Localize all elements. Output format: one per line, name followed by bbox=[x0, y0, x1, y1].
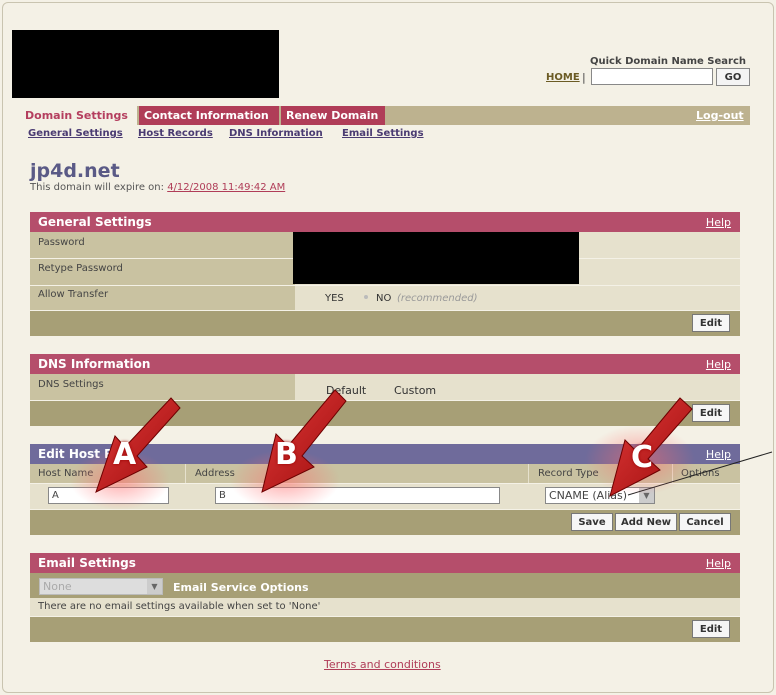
dns-information-edit-button[interactable]: Edit bbox=[692, 404, 730, 422]
transfer-recommended-note: (recommended) bbox=[397, 293, 478, 304]
address-column-header: Address bbox=[195, 468, 235, 479]
transfer-no-option[interactable]: NO bbox=[376, 293, 391, 304]
host-record-footer-bar: Save Add New Cancel bbox=[30, 510, 740, 535]
allow-transfer-label: Allow Transfer bbox=[38, 289, 109, 300]
tab-domain-settings[interactable]: Domain Settings bbox=[20, 106, 137, 125]
expire-date-link[interactable]: 4/12/2008 11:49:42 AM bbox=[167, 182, 285, 193]
dns-information-help-link[interactable]: Help bbox=[706, 358, 731, 371]
chevron-down-icon: ▼ bbox=[147, 579, 162, 594]
cancel-button[interactable]: Cancel bbox=[679, 513, 731, 531]
email-service-select[interactable]: None ▼ bbox=[39, 578, 163, 595]
password-fields-redacted bbox=[293, 232, 579, 284]
email-settings-message: There are no email settings available wh… bbox=[38, 601, 321, 612]
edit-host-record-help-link[interactable]: Help bbox=[706, 448, 731, 461]
home-link[interactable]: HOME bbox=[546, 72, 580, 83]
record-type-column-header: Record Type bbox=[538, 468, 599, 479]
domain-name-title: jp4d.net bbox=[30, 160, 120, 182]
dns-custom-option[interactable]: Custom bbox=[394, 384, 436, 397]
callout-letter-b: B bbox=[275, 437, 298, 472]
record-type-value: CNAME (Alias) bbox=[549, 489, 628, 502]
dns-information-title: DNS Information bbox=[38, 357, 151, 371]
radio-dot-icon bbox=[364, 295, 368, 299]
site-logo-redacted bbox=[12, 30, 279, 98]
terms-and-conditions-link[interactable]: Terms and conditions bbox=[324, 658, 441, 671]
transfer-yes-option[interactable]: YES bbox=[325, 293, 344, 304]
dns-information-header: DNS Information Help bbox=[30, 354, 740, 374]
tab-renew-domain[interactable]: Renew Domain bbox=[281, 106, 385, 125]
general-settings-help-link[interactable]: Help bbox=[706, 216, 731, 229]
email-settings-title: Email Settings bbox=[38, 556, 136, 570]
email-settings-header: Email Settings Help bbox=[30, 553, 740, 573]
dns-default-option[interactable]: Default bbox=[326, 384, 366, 397]
email-settings-footer-bar: Edit bbox=[30, 617, 740, 642]
record-type-select[interactable]: CNAME (Alias) ▼ bbox=[545, 487, 655, 504]
email-settings-help-link[interactable]: Help bbox=[706, 557, 731, 570]
subnav-email-settings[interactable]: Email Settings bbox=[342, 128, 424, 139]
subnav-host-records[interactable]: Host Records bbox=[138, 128, 213, 139]
address-input[interactable]: B bbox=[215, 487, 500, 504]
callout-letter-a: A bbox=[113, 437, 137, 472]
go-button[interactable]: GO bbox=[716, 68, 750, 86]
host-name-column-header: Host Name bbox=[38, 468, 94, 479]
dns-settings-row: DNS Settings Default Custom bbox=[30, 374, 740, 400]
email-settings-edit-button[interactable]: Edit bbox=[692, 620, 730, 638]
subnav-dns-information[interactable]: DNS Information bbox=[229, 128, 323, 139]
email-service-options-label: Email Service Options bbox=[173, 581, 309, 594]
password-label: Password bbox=[38, 237, 85, 248]
callout-letter-c: C bbox=[631, 440, 654, 475]
logout-link[interactable]: Log-out bbox=[696, 109, 744, 122]
general-settings-footer-bar: Edit bbox=[30, 311, 740, 336]
host-name-input[interactable]: A bbox=[48, 487, 169, 504]
expire-prefix: This domain will expire on: bbox=[30, 182, 165, 193]
dns-settings-label: DNS Settings bbox=[38, 379, 104, 390]
tab-contact-information[interactable]: Contact Information bbox=[139, 106, 279, 125]
email-message-row: There are no email settings available wh… bbox=[30, 598, 740, 616]
save-button[interactable]: Save bbox=[571, 513, 613, 531]
general-settings-header: General Settings Help bbox=[30, 212, 740, 232]
expire-text: This domain will expire on: 4/12/2008 11… bbox=[30, 182, 285, 193]
dns-information-footer-bar: Edit bbox=[30, 401, 740, 426]
allow-transfer-row: Allow Transfer YES NO (recommended) bbox=[30, 286, 740, 310]
quick-search-input[interactable] bbox=[591, 68, 713, 85]
retype-password-label: Retype Password bbox=[38, 263, 123, 274]
options-column-header: Options bbox=[681, 468, 720, 479]
email-service-select-value: None bbox=[43, 580, 72, 593]
edit-host-record-title: Edit Host R bbox=[38, 447, 114, 461]
quick-search-label: Quick Domain Name Search bbox=[590, 56, 746, 67]
separator: | bbox=[582, 71, 586, 84]
add-new-button[interactable]: Add New bbox=[615, 513, 677, 531]
chevron-down-icon: ▼ bbox=[639, 488, 654, 503]
email-service-row: None ▼ Email Service Options bbox=[30, 573, 740, 598]
subnav-general-settings[interactable]: General Settings bbox=[28, 128, 123, 139]
general-settings-title: General Settings bbox=[38, 215, 152, 229]
general-settings-edit-button[interactable]: Edit bbox=[692, 314, 730, 332]
